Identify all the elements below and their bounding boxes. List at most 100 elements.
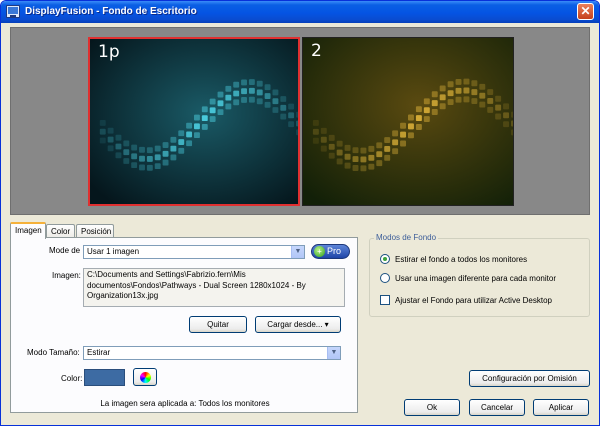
- wallpaper-tile: [248, 79, 255, 85]
- wallpaper-tile: [408, 123, 414, 130]
- title-bar[interactable]: DisplayFusion - Fondo de Escritorio ✕: [1, 1, 599, 23]
- mode-select[interactable]: Usar 1 imagen ▼: [83, 245, 305, 259]
- wallpaper-tile: [154, 154, 161, 161]
- load-from-button[interactable]: Cargar desde... ▾: [255, 316, 341, 333]
- wallpaper-tile: [272, 107, 279, 113]
- mode-label: Mode de: [49, 246, 81, 255]
- wallpaper-tile: [336, 140, 343, 147]
- wallpaper-tile: [272, 89, 279, 96]
- wallpaper-tile: [423, 116, 430, 123]
- wallpaper-tile: [376, 160, 383, 167]
- monitor-2-label: 2: [311, 41, 322, 61]
- wallpaper-tile: [115, 134, 122, 141]
- wallpaper-tile: [511, 129, 513, 136]
- wallpaper-tile: [471, 89, 478, 96]
- wallpaper-tile: [280, 113, 287, 120]
- wallpaper-tile: [415, 106, 422, 113]
- apply-button[interactable]: Aplicar: [533, 399, 589, 416]
- default-settings-button[interactable]: Configuración por Omisión: [469, 370, 590, 387]
- wallpaper-tile: [107, 127, 114, 134]
- wallpaper-tile: [431, 109, 438, 115]
- wallpaper-tile: [288, 112, 295, 119]
- color-picker-button[interactable]: [133, 368, 157, 386]
- wallpaper-tile: [233, 81, 240, 88]
- stretch-all-radio[interactable]: [380, 254, 390, 264]
- wallpaper-tile: [328, 134, 335, 141]
- image-path-field[interactable]: C:\Documents and Settings\Fabrizio.fern\…: [83, 268, 345, 307]
- wallpaper-tile: [209, 107, 216, 114]
- wallpaper-tile: [352, 156, 359, 163]
- wallpaper-tile: [463, 87, 470, 94]
- wallpaper-tile: [439, 94, 446, 101]
- wallpaper-tile: [201, 115, 208, 122]
- wallpaper-tile: [241, 97, 247, 103]
- wallpaper-tile: [280, 104, 287, 111]
- wallpaper-tile: [415, 115, 422, 122]
- wallpaper-tile: [408, 114, 414, 121]
- wallpaper-tile: [503, 121, 510, 128]
- wallpaper-tile: [115, 152, 122, 159]
- wallpaper-tile: [178, 139, 185, 145]
- wallpaper-tile: [479, 101, 486, 108]
- wallpaper-tile: [360, 156, 367, 163]
- background-color-swatch[interactable]: [84, 369, 125, 386]
- wallpaper-tile: [248, 87, 255, 94]
- active-desktop-checkbox[interactable]: [380, 295, 390, 305]
- wallpaper-tile: [463, 96, 470, 103]
- cancel-button[interactable]: Cancelar: [469, 399, 525, 416]
- remove-button[interactable]: Quitar: [189, 316, 247, 333]
- wallpaper-tile: [264, 93, 271, 99]
- close-button[interactable]: ✕: [577, 3, 594, 20]
- wallpaper-tile: [170, 154, 177, 161]
- tab-color[interactable]: Color: [46, 224, 75, 238]
- wallpaper-tile: [479, 83, 486, 90]
- wallpaper-tile: [447, 81, 454, 88]
- wallpaper-tile: [186, 140, 193, 147]
- per-monitor-radio[interactable]: [380, 273, 390, 283]
- wallpaper-tile: [312, 119, 319, 126]
- image-path-line: C:\Documents and Settings\Fabrizio.fern\…: [87, 270, 246, 279]
- wallpaper-tile: [123, 140, 130, 147]
- wallpaper-tile: [264, 84, 271, 91]
- tab-posicion[interactable]: Posición: [76, 224, 114, 238]
- per-monitor-label[interactable]: Usar una imagen diferente para cada moni…: [395, 274, 556, 283]
- monitor-2-wallpaper: [303, 38, 513, 205]
- wallpaper-tile: [217, 100, 224, 107]
- wallpaper-mode-title: Modos de Fondo: [374, 233, 439, 242]
- wallpaper-tile: [471, 80, 478, 87]
- wallpaper-tile: [233, 90, 240, 97]
- monitor-2-preview[interactable]: 2: [302, 37, 514, 206]
- wallpaper-tile: [392, 148, 399, 155]
- wallpaper-tile: [209, 116, 216, 123]
- wallpaper-tile: [115, 143, 122, 150]
- tab-imagen[interactable]: Imagen: [10, 222, 46, 239]
- monitor-1-preview[interactable]: 1p: [88, 37, 300, 206]
- wallpaper-tile: [320, 136, 327, 143]
- wallpaper-tile: [336, 149, 343, 156]
- wallpaper-tile: [131, 144, 138, 151]
- wallpaper-tile: [139, 164, 145, 171]
- ok-button[interactable]: Ok: [404, 399, 460, 416]
- monitor-icon: [6, 5, 20, 18]
- wallpaper-tile: [400, 122, 407, 129]
- pro-button[interactable]: + Pro: [311, 244, 350, 259]
- wallpaper-tile: [400, 131, 407, 138]
- wallpaper-tile: [312, 137, 319, 144]
- wallpaper-tile: [170, 145, 177, 152]
- wallpaper-tile: [439, 103, 446, 110]
- image-path-line: Organization13x.jpg: [87, 291, 159, 300]
- wallpaper-tile: [423, 107, 430, 114]
- wallpaper-tile: [256, 89, 263, 96]
- wallpaper-tile: [384, 137, 391, 144]
- chevron-down-icon: ▼: [291, 246, 304, 258]
- wallpaper-tile: [360, 165, 367, 172]
- wallpaper-tile: [384, 154, 391, 161]
- stretch-all-label[interactable]: Estirar el fondo a todos los monitores: [395, 255, 527, 264]
- wallpaper-tile: [392, 139, 399, 146]
- wallpaper-tile: [455, 78, 462, 85]
- size-mode-select[interactable]: Estirar ▼: [83, 346, 341, 360]
- monitor-1-wallpaper: [90, 39, 298, 204]
- wallpaper-tile: [487, 98, 494, 104]
- active-desktop-label[interactable]: Ajustar el Fondo para utilizar Active De…: [395, 296, 552, 305]
- wallpaper-tile: [415, 124, 422, 130]
